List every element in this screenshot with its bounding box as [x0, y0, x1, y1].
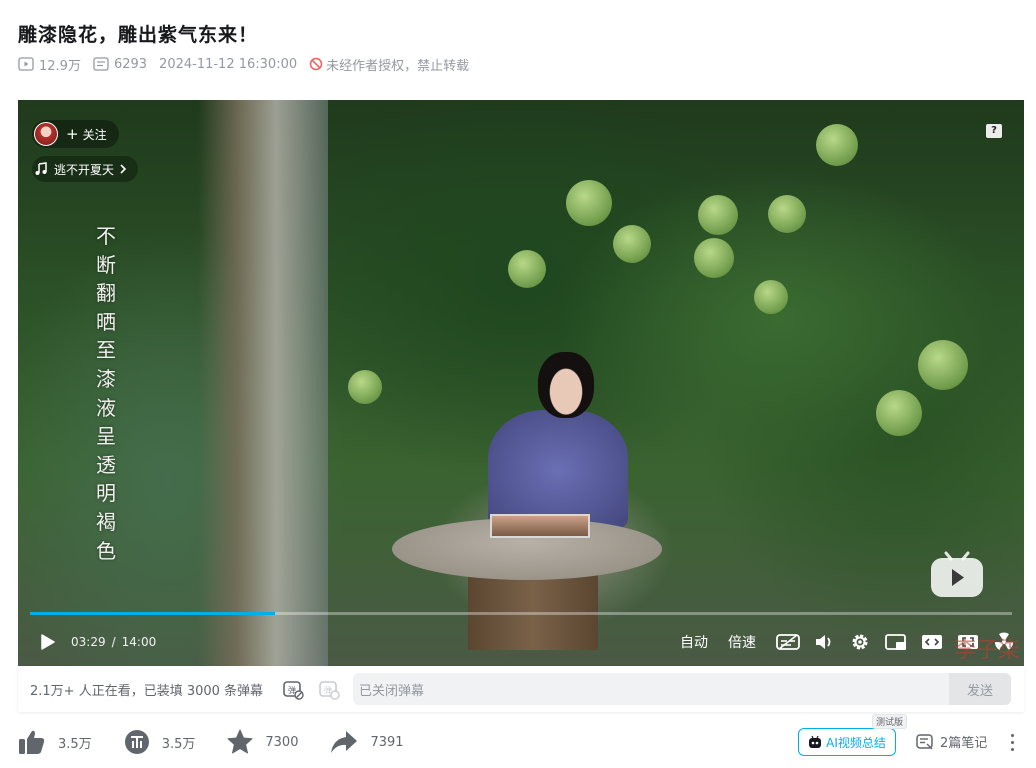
danmaku-toggle-icon[interactable]: 弹 [282, 678, 304, 700]
video-frame-person-head [538, 352, 594, 418]
view-count: 12.9万 [18, 55, 81, 74]
coin-icon [124, 730, 149, 754]
robot-icon [809, 735, 822, 748]
more-dot-icon [1010, 740, 1014, 744]
caption-char: 明 [96, 481, 116, 506]
subtitle-icon [776, 634, 800, 650]
danmaku-count: 6293 [93, 57, 147, 72]
play-icon[interactable] [40, 633, 56, 651]
time-display: 03:29 / 14:00 [71, 635, 156, 649]
follow-button[interactable]: + 关注 [32, 120, 119, 148]
more-menu-button[interactable] [1008, 731, 1016, 753]
duration: 14:00 [121, 635, 157, 649]
video-frame-trunk [198, 100, 328, 666]
music-note-icon [35, 162, 47, 175]
video-player[interactable]: 不断翻晒至漆液呈透明褐色 + 关注 逃不开夏天 ? 03:29 / 14:00 自动… [18, 100, 1024, 666]
vertical-caption: 不断翻晒至漆液呈透明褐色 [94, 222, 118, 565]
publish-time: 2024-11-12 16:30:00 [159, 56, 298, 72]
caption-char: 呈 [96, 424, 116, 449]
picture-in-picture-icon [885, 634, 906, 650]
danmaku-bar: 2.1万+ 人正在看，已装填 3000 条弹幕 弹 弹 已关闭弹幕 发送 [18, 666, 1024, 712]
settings-button[interactable] [848, 630, 872, 654]
video-frame-fruit [768, 195, 806, 233]
more-dot-icon [1010, 747, 1014, 751]
beta-badge: 测试版 [872, 714, 908, 729]
video-frame-fruit [918, 340, 968, 390]
prohibited-icon [309, 57, 323, 71]
star-icon [227, 729, 253, 754]
music-tag[interactable]: 逃不开夏天 [32, 156, 139, 182]
favorite-button[interactable]: 7300 [227, 729, 298, 755]
gear-icon [852, 634, 868, 650]
coin-button[interactable]: 3.5万 [124, 729, 195, 755]
video-frame-tray [490, 514, 590, 538]
video-frame-fruit [566, 180, 612, 226]
like-button[interactable]: 3.5万 [18, 729, 92, 755]
chevron-right-icon [120, 164, 127, 174]
copyright-notice: 未经作者授权，禁止转载 [309, 55, 469, 74]
caption-char: 不 [96, 224, 116, 248]
send-button[interactable]: 发送 [949, 673, 1011, 705]
video-frame-fruit [348, 370, 382, 404]
video-frame-fruit [508, 250, 546, 288]
caption-char: 晒 [96, 309, 116, 334]
big-play-icon[interactable] [930, 550, 984, 598]
video-frame-fruit [754, 280, 788, 314]
video-frame-fruit [613, 225, 651, 263]
video-meta: 12.9万 6293 2024-11-12 16:30:00 未经作者授权，禁止… [18, 55, 469, 74]
caption-char: 褐 [96, 509, 116, 534]
share-button[interactable]: 7391 [330, 730, 404, 754]
notes-icon [916, 733, 933, 749]
video-frame-person [488, 410, 628, 530]
uploader-avatar[interactable] [34, 122, 58, 146]
danmaku-input[interactable]: 已关闭弹幕 发送 [353, 673, 1011, 705]
play-count-icon [18, 57, 34, 71]
danmaku-settings-icon[interactable]: 弹 [318, 678, 340, 700]
plus-icon: + [66, 125, 79, 143]
speed-button[interactable]: 倍速 [728, 632, 756, 652]
caption-char: 色 [96, 538, 116, 563]
caption-char: 透 [96, 452, 116, 477]
pip-button[interactable] [884, 630, 908, 654]
volume-icon [816, 635, 831, 649]
thumbs-up-icon [19, 730, 45, 754]
help-button[interactable]: ? [986, 124, 1002, 138]
widescreen-icon [922, 635, 942, 649]
watermark: 李子柒 [953, 638, 1020, 663]
time-separator: / [111, 635, 116, 649]
action-bar: 3.5万 3.5万 7300 7391 AI视频总结 测试版 2篇笔记 [18, 714, 1024, 758]
notes-button[interactable]: 2篇笔记 [916, 732, 987, 751]
video-title: 雕漆隐花，雕出紫气东来！ [18, 24, 259, 46]
progress-fill [30, 612, 275, 615]
caption-char: 翻 [96, 281, 116, 306]
control-bar: 03:29 / 14:00 自动 倍速 [18, 628, 1024, 656]
caption-char: 至 [96, 338, 116, 363]
caption-char: 断 [96, 252, 116, 277]
viewer-info: 2.1万+ 人正在看，已装填 3000 条弹幕 [30, 683, 264, 699]
widescreen-button[interactable] [920, 630, 944, 654]
quality-button[interactable]: 自动 [680, 632, 708, 652]
volume-button[interactable] [812, 630, 836, 654]
more-dot-icon [1010, 733, 1014, 737]
progress-bar[interactable] [30, 612, 1012, 615]
ai-summary-button[interactable]: AI视频总结 [798, 728, 896, 756]
share-arrow-icon [331, 731, 358, 753]
subtitle-button[interactable] [776, 630, 800, 654]
current-time: 03:29 [71, 635, 106, 649]
video-frame-fruit [876, 390, 922, 436]
video-frame-fruit [694, 238, 734, 278]
video-frame-fruit [698, 195, 738, 235]
caption-char: 漆 [96, 366, 116, 391]
danmaku-icon [93, 57, 109, 71]
video-frame-fruit [816, 124, 858, 166]
danmaku-input-placeholder: 已关闭弹幕 [359, 683, 425, 699]
caption-char: 液 [96, 395, 116, 420]
